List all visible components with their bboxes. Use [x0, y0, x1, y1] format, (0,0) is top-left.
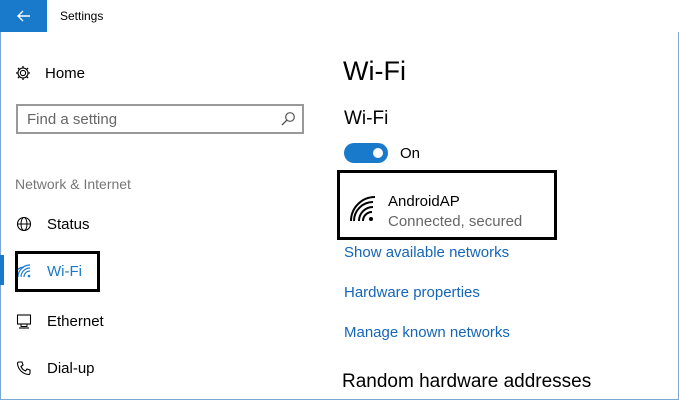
- search-box[interactable]: [16, 104, 304, 134]
- network-name: AndroidAP: [388, 193, 460, 210]
- wifi-icon: [15, 262, 33, 280]
- sidebar-item-label: Wi-Fi: [47, 262, 82, 280]
- sidebar-item-home[interactable]: Home: [15, 63, 85, 83]
- network-status: Connected, secured: [388, 213, 523, 230]
- sidebar-item-label: Home: [45, 64, 86, 82]
- back-arrow-icon: [16, 10, 30, 22]
- title-bar: Settings: [0, 0, 679, 32]
- random-hardware-addresses-heading: Random hardware addresses: [342, 371, 592, 392]
- sidebar-item-status[interactable]: Status: [0, 206, 320, 242]
- ethernet-icon: [15, 312, 33, 330]
- sidebar: Home Network & Internet Status: [0, 32, 320, 400]
- phone-icon: [15, 359, 33, 377]
- sidebar-item-label: Status: [47, 215, 90, 233]
- show-available-networks-link[interactable]: Show available networks: [344, 244, 509, 261]
- sidebar-item-label: Ethernet: [47, 312, 104, 330]
- sidebar-item-ethernet[interactable]: Ethernet: [0, 303, 320, 339]
- window-title: Settings: [60, 9, 104, 23]
- toggle-knob: [373, 148, 383, 158]
- manage-known-networks-link[interactable]: Manage known networks: [344, 324, 510, 341]
- back-button[interactable]: [0, 0, 47, 32]
- search-input[interactable]: [18, 106, 277, 132]
- gear-icon: [16, 66, 30, 80]
- sidebar-item-dialup[interactable]: Dial-up: [0, 350, 320, 386]
- connected-network[interactable]: AndroidAP Connected, secured: [337, 170, 557, 240]
- search-icon[interactable]: [280, 111, 296, 127]
- sidebar-item-label: Dial-up: [47, 359, 95, 377]
- globe-icon: [15, 215, 33, 233]
- wifi-toggle[interactable]: [344, 143, 388, 163]
- section-heading: Network & Internet: [15, 176, 131, 192]
- wifi-subtitle: Wi-Fi: [344, 108, 389, 129]
- hardware-properties-link[interactable]: Hardware properties: [344, 284, 480, 301]
- main-content: Wi-Fi Wi-Fi On AndroidAP Connected, secu…: [320, 32, 679, 400]
- sidebar-item-wifi[interactable]: Wi-Fi: [0, 253, 320, 289]
- wifi-signal-icon: [350, 196, 376, 222]
- page-title: Wi-Fi: [343, 56, 406, 86]
- toggle-state-label: On: [400, 145, 421, 162]
